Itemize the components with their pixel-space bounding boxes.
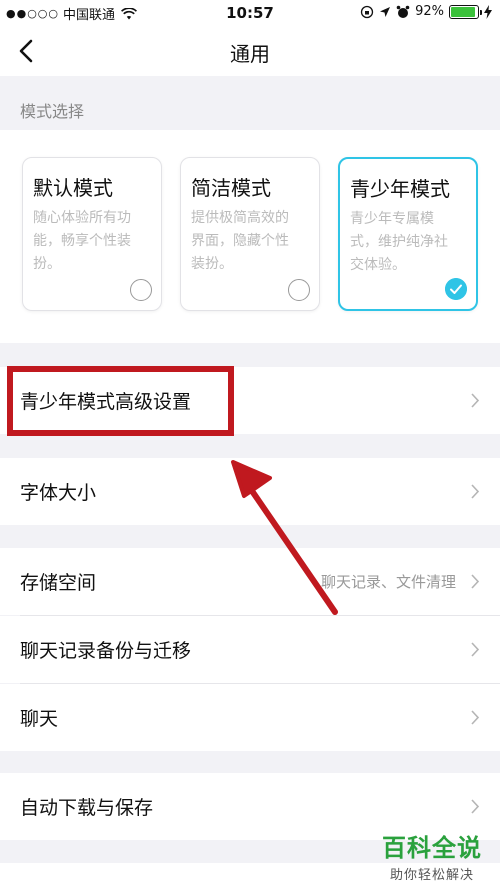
chevron-right-icon [471,710,480,725]
location-icon [380,6,391,17]
mode-description: 青少年专属模 式，维护纯净社 交体验。 [350,208,466,277]
chevron-right-icon [471,574,480,589]
mode-card-default[interactable]: 默认模式 随心体验所有功 能，畅享个性装 扮。 [22,157,162,311]
mode-title: 青少年模式 [350,177,450,201]
row-label: 字体大小 [20,482,97,504]
row-label: 聊天 [20,708,59,730]
nav-bar: 通用 [0,26,500,76]
row-label: 聊天记录备份与迁移 [20,640,192,662]
battery-icon [449,4,482,19]
radio-unchecked-icon[interactable] [130,279,152,301]
row-storage[interactable]: 存储空间 聊天记录、文件清理 [0,548,500,615]
battery-percent: 92% [415,4,444,19]
mode-description: 随心体验所有功 能，畅享个性装 扮。 [33,207,151,276]
status-right: 92% [360,4,492,19]
chevron-right-icon [471,393,480,408]
row-chat-backup[interactable]: 聊天记录备份与迁移 [0,616,500,683]
mode-desc-line: 界面，隐藏个性 [191,233,289,249]
chevron-right-icon [471,799,480,814]
row-label: 自动下载与保存 [20,797,154,819]
mode-selection-panel: 默认模式 随心体验所有功 能，畅享个性装 扮。 简洁模式 提供极简高效的 界面，… [0,130,500,343]
mode-desc-line: 扮。 [33,256,61,272]
mode-title: 简洁模式 [191,176,271,200]
row-label: 存储空间 [20,572,97,594]
chevron-right-icon [471,484,480,499]
mode-title: 默认模式 [33,176,113,200]
mode-card-youth[interactable]: 青少年模式 青少年专属模 式，维护纯净社 交体验。 [338,157,478,311]
charging-icon [484,4,492,19]
chevron-right-icon [471,642,480,657]
check-circle-icon[interactable] [445,278,467,300]
battery-level [451,6,475,17]
row-value: 聊天记录、文件清理 [320,573,456,591]
alarm-icon [396,5,410,18]
mode-desc-line: 随心体验所有功 [33,210,131,226]
watermark-sub: 助你轻松解决 [389,868,474,883]
radio-unchecked-icon[interactable] [288,279,310,301]
watermark-logo: 百科全说 助你轻松解决 [376,828,488,883]
mode-desc-line: 交体验。 [350,257,406,273]
mode-desc-line: 提供极简高效的 [191,210,289,226]
page-title: 通用 [230,42,270,66]
status-bar: ●●○○○ 中国联通 10:57 92% [0,0,500,26]
mode-desc-line: 装扮。 [191,256,233,272]
row-font-size[interactable]: 字体大小 [0,458,500,525]
mode-desc-line: 青少年专属模 [350,211,434,227]
lock-rotation-icon [360,5,374,18]
mode-card-simple[interactable]: 简洁模式 提供极简高效的 界面，隐藏个性 装扮。 [180,157,320,311]
watermark-main: 百科全说 [382,834,482,862]
mode-description: 提供极简高效的 界面，隐藏个性 装扮。 [191,207,309,276]
annotation-highlight-box [7,366,234,436]
mode-section-label: 模式选择 [20,102,85,121]
mode-desc-line: 能，畅享个性装 [33,233,131,249]
screen: ●●○○○ 中国联通 10:57 92% 通用 模式选择 默认模式 随心体验所有… [0,0,500,889]
row-chat[interactable]: 聊天 [0,684,500,751]
mode-desc-line: 式，维护纯净社 [350,234,448,250]
